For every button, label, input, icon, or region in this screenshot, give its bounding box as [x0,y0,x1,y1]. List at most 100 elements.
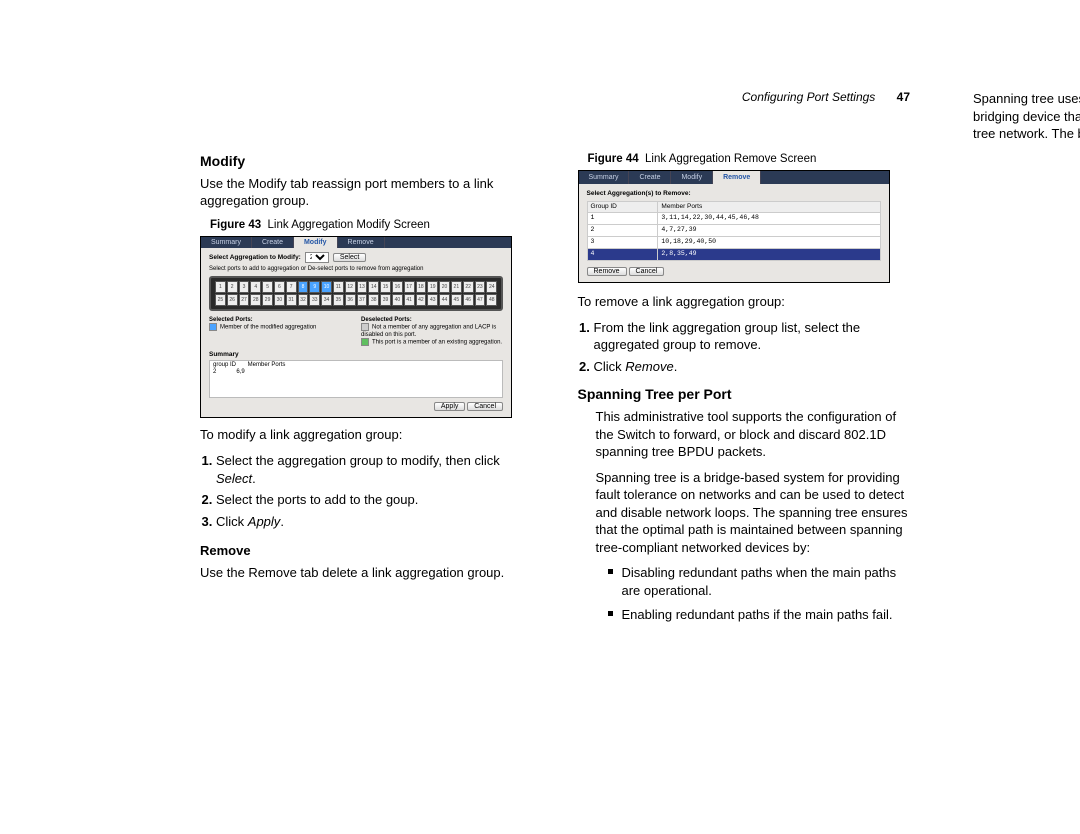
port-18[interactable]: 18 [416,281,427,293]
port-37[interactable]: 37 [357,294,368,306]
port-33[interactable]: 33 [309,294,320,306]
stp-bullet-2: Enabling redundant paths if the main pat… [608,606,911,624]
port-36[interactable]: 36 [345,294,356,306]
port-29[interactable]: 29 [262,294,273,306]
port-13[interactable]: 13 [357,281,368,293]
deselected-ports-header: Deselected Ports: [361,317,503,324]
port-35[interactable]: 35 [333,294,344,306]
remove-select-title: Select Aggregation(s) to Remove: [587,190,881,199]
port-45[interactable]: 45 [451,294,462,306]
port-2[interactable]: 2 [227,281,238,293]
remove-intro: Use the Remove tab delete a link aggrega… [200,564,533,582]
cancel-button[interactable]: Cancel [629,267,665,276]
port-39[interactable]: 39 [380,294,391,306]
port-6[interactable]: 6 [274,281,285,293]
remove-step-1: From the link aggregation group list, se… [594,319,911,354]
heading-modify: Modify [200,152,533,171]
port-44[interactable]: 44 [439,294,450,306]
stp-bullet-1: Disabling redundant paths when the main … [608,564,911,599]
port-42[interactable]: 42 [416,294,427,306]
table-row: 13,11,14,22,30,44,45,46,48 [587,213,880,225]
port-7[interactable]: 7 [286,281,297,293]
port-34[interactable]: 34 [321,294,332,306]
apply-button[interactable]: Apply [434,402,466,411]
summary-box: group ID Member Ports 2 6,9 [209,360,503,398]
modify-step-2: Select the ports to add to the goup. [216,491,533,509]
stp-bullets: Disabling redundant paths when the main … [578,564,911,623]
port-3[interactable]: 3 [239,281,250,293]
tab-modify[interactable]: Modify [671,171,713,184]
tab-create[interactable]: Create [252,237,294,249]
aggregation-select[interactable]: 2 [305,252,329,263]
tab-create[interactable]: Create [629,171,671,184]
port-24[interactable]: 24 [486,281,497,293]
port-31[interactable]: 31 [286,294,297,306]
port-16[interactable]: 16 [392,281,403,293]
modify-steps: Select the aggregation group to modify, … [200,452,533,530]
swatch-blue-icon [209,323,217,331]
tab-modify[interactable]: Modify [294,237,338,249]
select-button[interactable]: Select [333,253,366,262]
remove-button[interactable]: Remove [587,267,627,276]
figure44-caption: Figure 44 Link Aggregation Remove Screen [588,152,911,168]
running-header: Configuring Port Settings 47 [742,90,910,104]
port-9[interactable]: 9 [309,281,320,293]
port-22[interactable]: 22 [463,281,474,293]
port-5[interactable]: 5 [262,281,273,293]
port-11[interactable]: 11 [333,281,344,293]
fig43-tabbar: Summary Create Modify Remove [201,237,511,249]
port-19[interactable]: 19 [427,281,438,293]
selected-ports-header: Selected Ports: [209,317,351,324]
stp-p1: This administrative tool supports the co… [578,408,911,461]
heading-stp: Spanning Tree per Port [578,385,911,404]
stp-p2: Spanning tree is a bridge-based system f… [578,469,911,557]
page-body: Modify Use the Modify tab reassign port … [0,0,1080,660]
stp-p3: Spanning tree uses a distributed algorit… [955,90,1080,143]
figure43-caption: Figure 43 Link Aggregation Modify Screen [210,218,533,234]
table-row: 24,7,27,39 [587,225,880,237]
modify-lead: To modify a link aggregation group: [200,426,533,444]
select-aggregation-label: Select Aggregation to Modify: [209,254,301,261]
port-25[interactable]: 25 [215,294,226,306]
remove-steps: From the link aggregation group list, se… [578,319,911,376]
swatch-grey-icon [361,323,369,331]
port-12[interactable]: 12 [345,281,356,293]
port-26[interactable]: 26 [227,294,238,306]
port-27[interactable]: 27 [239,294,250,306]
running-title: Configuring Port Settings [742,90,875,104]
port-30[interactable]: 30 [274,294,285,306]
port-41[interactable]: 41 [404,294,415,306]
fig44-tabbar: Summary Create Modify Remove [579,171,889,184]
aggregation-table[interactable]: Group IDMember Ports 13,11,14,22,30,44,4… [587,201,881,261]
port-instruction: Select ports to add to aggregation or De… [209,266,503,273]
port-17[interactable]: 17 [404,281,415,293]
heading-remove: Remove [200,542,533,560]
cancel-button[interactable]: Cancel [467,402,503,411]
port-14[interactable]: 14 [368,281,379,293]
port-48[interactable]: 48 [486,294,497,306]
modify-intro: Use the Modify tab reassign port members… [200,175,533,210]
port-10[interactable]: 10 [321,281,332,293]
tab-summary[interactable]: Summary [579,171,630,184]
port-46[interactable]: 46 [463,294,474,306]
port-panel: 123456789101112131415161718192021222324 … [209,276,503,311]
remove-step-2: Click Remove. [594,358,911,376]
table-row: 310,18,29,40,50 [587,237,880,249]
modify-step-3: Click Apply. [216,513,533,531]
port-21[interactable]: 21 [451,281,462,293]
port-8[interactable]: 8 [298,281,309,293]
port-38[interactable]: 38 [368,294,379,306]
port-15[interactable]: 15 [380,281,391,293]
port-40[interactable]: 40 [392,294,403,306]
port-23[interactable]: 23 [475,281,486,293]
port-4[interactable]: 4 [250,281,261,293]
tab-summary[interactable]: Summary [201,237,252,249]
tab-remove[interactable]: Remove [338,237,385,249]
port-32[interactable]: 32 [298,294,309,306]
port-1[interactable]: 1 [215,281,226,293]
port-47[interactable]: 47 [475,294,486,306]
port-28[interactable]: 28 [250,294,261,306]
tab-remove[interactable]: Remove [713,171,761,184]
port-43[interactable]: 43 [427,294,438,306]
port-20[interactable]: 20 [439,281,450,293]
